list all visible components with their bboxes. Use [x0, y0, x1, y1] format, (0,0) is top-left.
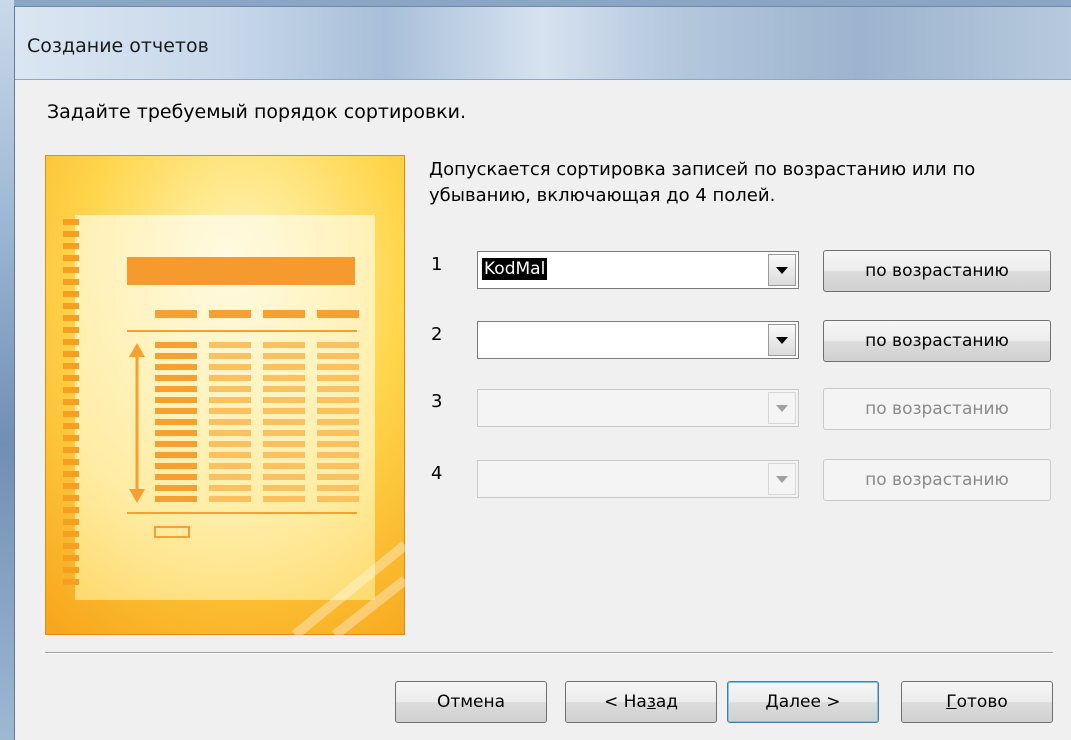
sort-field-1-value: KodMal	[482, 258, 548, 280]
description-text: Допускается сортировка записей по возрас…	[429, 159, 976, 206]
finish-label-suffix: отово	[956, 692, 1008, 712]
back-button[interactable]: < На з ад	[565, 681, 717, 723]
next-label-accel: Д	[765, 692, 779, 712]
sort-field-1-combobox[interactable]: KodMal	[477, 251, 799, 289]
sort-field-3-combobox	[477, 389, 799, 427]
back-label-accel: з	[646, 692, 656, 712]
sort-row-3-number: 3	[431, 391, 443, 412]
sort-order-3-button: по возрастанию	[823, 388, 1051, 430]
step-heading: Задайте требуемый порядок сортировки.	[47, 101, 467, 123]
footer-divider	[45, 652, 1053, 654]
sort-row-4-number: 4	[431, 463, 443, 484]
window-title: Создание отчетов	[27, 35, 209, 57]
sort-field-4-combobox	[477, 460, 799, 498]
background-window-edge	[0, 0, 14, 740]
title-bar[interactable]: Создание отчетов	[15, 7, 1071, 80]
back-label-prefix: < На	[603, 692, 647, 712]
back-label-suffix: ад	[655, 692, 679, 712]
sort-order-2-button[interactable]: по возрастанию	[823, 320, 1051, 362]
sort-row-2-number: 2	[431, 324, 443, 345]
sort-order-4-button: по возрастанию	[823, 459, 1051, 501]
chevron-down-icon	[776, 404, 788, 412]
chevron-down-icon	[776, 266, 788, 274]
next-button[interactable]: Далее >	[727, 681, 879, 723]
sort-field-2-combobox[interactable]	[477, 321, 799, 359]
chevron-down-icon	[776, 336, 788, 344]
finish-label-accel: Г	[946, 692, 957, 712]
sort-field-1-dropdown-button[interactable]	[768, 254, 796, 286]
sort-field-3-dropdown-button	[768, 392, 796, 424]
next-label-suffix: алее >	[778, 692, 841, 712]
cancel-button[interactable]: Отмена	[395, 681, 547, 723]
sort-field-4-dropdown-button	[768, 463, 796, 495]
sort-row-1-number: 1	[431, 254, 443, 275]
sort-field-2-dropdown-button[interactable]	[768, 324, 796, 356]
chevron-down-icon	[776, 475, 788, 483]
report-preview-graphic	[45, 155, 405, 635]
finish-button[interactable]: Готово	[901, 681, 1053, 723]
sort-order-1-button[interactable]: по возрастанию	[823, 250, 1051, 292]
report-wizard-dialog: Создание отчетов Задайте требуемый поряд…	[14, 6, 1071, 740]
